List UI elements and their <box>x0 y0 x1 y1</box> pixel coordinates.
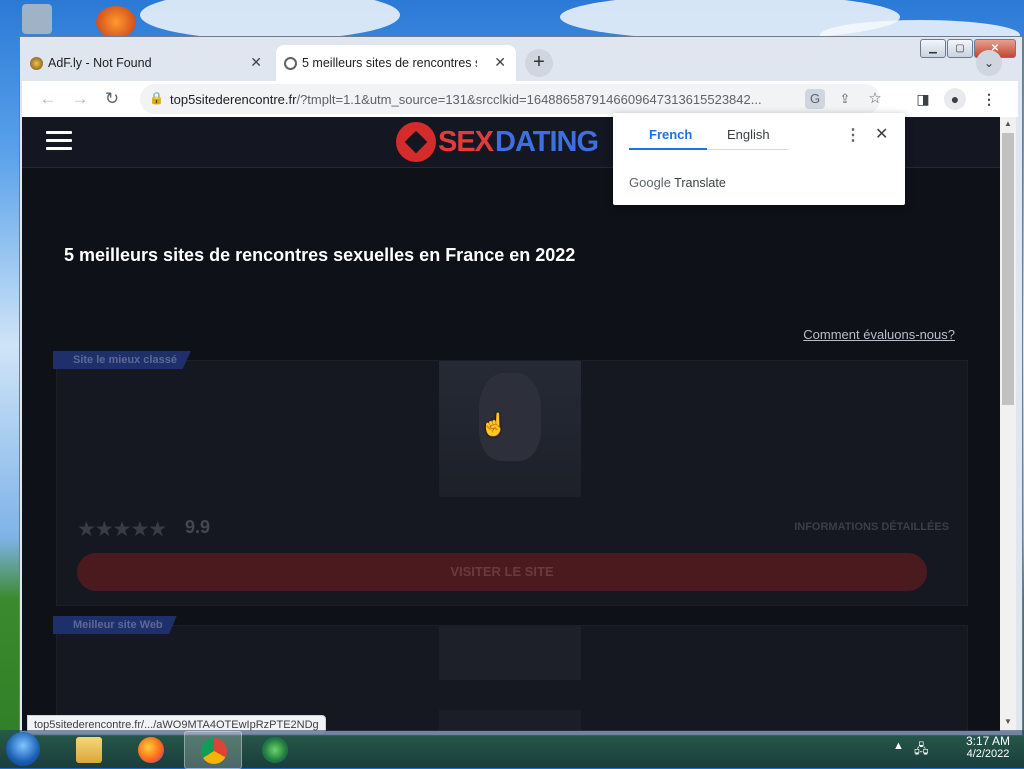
scroll-down-icon[interactable]: ▼ <box>1000 717 1016 731</box>
network-icon[interactable]: 🖧 <box>914 740 929 762</box>
hand-cursor-icon: ☝ <box>480 412 508 437</box>
bookmark-star-icon[interactable]: ☆ <box>865 89 885 109</box>
tab-strip: AdF.ly - Not Found ✕ 5 meilleurs sites d… <box>22 45 1018 81</box>
firefox-desktop-icon[interactable] <box>96 6 136 38</box>
tab-title: AdF.ly - Not Found <box>48 56 152 70</box>
taskbar-download-manager[interactable] <box>246 731 302 767</box>
how-we-rate-link[interactable]: Comment évaluons-nous? <box>803 327 955 342</box>
side-panel-icon[interactable]: ◨ <box>912 88 934 110</box>
globe-icon <box>284 57 297 70</box>
clock-date: 4/2/2022 <box>966 748 1010 760</box>
chrome-icon <box>201 738 227 764</box>
more-options-icon[interactable]: ⋮ <box>845 125 861 145</box>
tab-adfly[interactable]: AdF.ly - Not Found ✕ <box>22 45 272 81</box>
start-button[interactable] <box>6 732 40 766</box>
logo-heart-icon <box>396 122 436 162</box>
translate-brand: Translate <box>674 176 726 190</box>
translate-tab-english[interactable]: English <box>727 127 770 142</box>
close-icon[interactable]: ✕ <box>875 124 888 144</box>
translate-tab-french[interactable]: French <box>649 127 692 142</box>
translate-icon[interactable]: G <box>805 89 825 109</box>
details-link[interactable]: INFORMATIONS DÉTAILLÉES <box>794 521 949 533</box>
taskbar: ▲ 🖧 3:17 AM 4/2/2022 <box>0 730 1024 769</box>
reload-icon[interactable]: ↻ <box>100 87 124 111</box>
close-tab-icon[interactable]: ✕ <box>250 54 262 71</box>
card-badge: Meilleur site Web <box>53 616 177 634</box>
logo-text-dating: DATING <box>495 125 599 158</box>
scroll-up-icon[interactable]: ▲ <box>1000 119 1016 133</box>
url-query: /?tmplt=1.1&utm_source=131&srcclkid=1648… <box>296 92 762 107</box>
site-thumbnail[interactable] <box>439 626 581 680</box>
vertical-scrollbar[interactable]: ▲ ▼ <box>1000 117 1016 731</box>
tab-rencontres[interactable]: 5 meilleurs sites de rencontres se ✕ <box>276 45 516 81</box>
address-bar[interactable]: 🔒 top5sitederencontre.fr/?tmplt=1.1&utm_… <box>140 84 882 114</box>
tab-search-chevron-icon[interactable]: ⌄ <box>976 50 1002 76</box>
rating-stars-icon: ★★★★★ <box>77 518 167 541</box>
google-brand: Google <box>629 175 671 190</box>
rating-score: 9.9 <box>185 517 211 537</box>
translate-popup: French English ⋮ ✕ Google Translate <box>613 113 905 205</box>
share-icon[interactable]: ⇪ <box>835 89 855 109</box>
globe-download-icon <box>262 737 288 763</box>
logo-text-sex: SEX <box>438 125 494 158</box>
site-thumbnail[interactable] <box>439 361 581 497</box>
firefox-icon <box>138 737 164 763</box>
clock-time: 3:17 AM <box>965 734 1011 748</box>
taskbar-explorer[interactable] <box>60 731 116 767</box>
folder-icon <box>76 737 102 763</box>
tab-title: 5 meilleurs sites de rencontres se <box>302 56 477 70</box>
hamburger-menu-icon[interactable] <box>46 131 72 155</box>
system-clock[interactable]: 3:17 AM 4/2/2022 <box>958 734 1018 760</box>
site-logo[interactable]: SEX DATING <box>396 122 599 162</box>
forward-icon[interactable]: → <box>68 87 92 111</box>
page-title: 5 meilleurs sites de rencontres sexuelle… <box>64 245 576 265</box>
card-badge: Site le mieux classé <box>53 351 191 369</box>
profile-avatar-icon[interactable]: ● <box>944 88 966 110</box>
back-icon[interactable]: ← <box>36 87 60 111</box>
show-hidden-icons[interactable]: ▲ <box>893 740 904 752</box>
recycle-bin-icon[interactable] <box>22 4 52 34</box>
google-translate-label: Google Translate <box>629 175 726 190</box>
site-thumbnail-lower <box>439 710 581 731</box>
close-tab-icon[interactable]: ✕ <box>494 54 506 71</box>
taskbar-firefox[interactable] <box>122 731 178 767</box>
browser-toolbar: ← → ↻ 🔒 top5sitederencontre.fr/?tmplt=1.… <box>22 81 1018 117</box>
new-tab-button[interactable]: + <box>525 49 553 77</box>
url-host: top5sitederencontre.fr <box>170 92 297 107</box>
web-page: SEX DATING 5 meilleurs sites de rencontre… <box>22 117 1000 731</box>
adfly-favicon-icon <box>30 57 43 70</box>
menu-dots-icon[interactable]: ⋮ <box>978 88 1000 110</box>
lock-icon[interactable]: 🔒 <box>149 91 164 105</box>
taskbar-chrome[interactable] <box>184 731 242 769</box>
active-tab-indicator <box>629 148 707 150</box>
ranking-card: Site le mieux classé ★★★★★ 9.9 INFORMATI… <box>53 351 968 606</box>
visit-site-button[interactable]: VISITER LE SITE <box>77 553 927 591</box>
url-text[interactable]: top5sitederencontre.fr/?tmplt=1.1&utm_so… <box>170 92 810 107</box>
scrollbar-thumb[interactable] <box>1002 133 1014 405</box>
